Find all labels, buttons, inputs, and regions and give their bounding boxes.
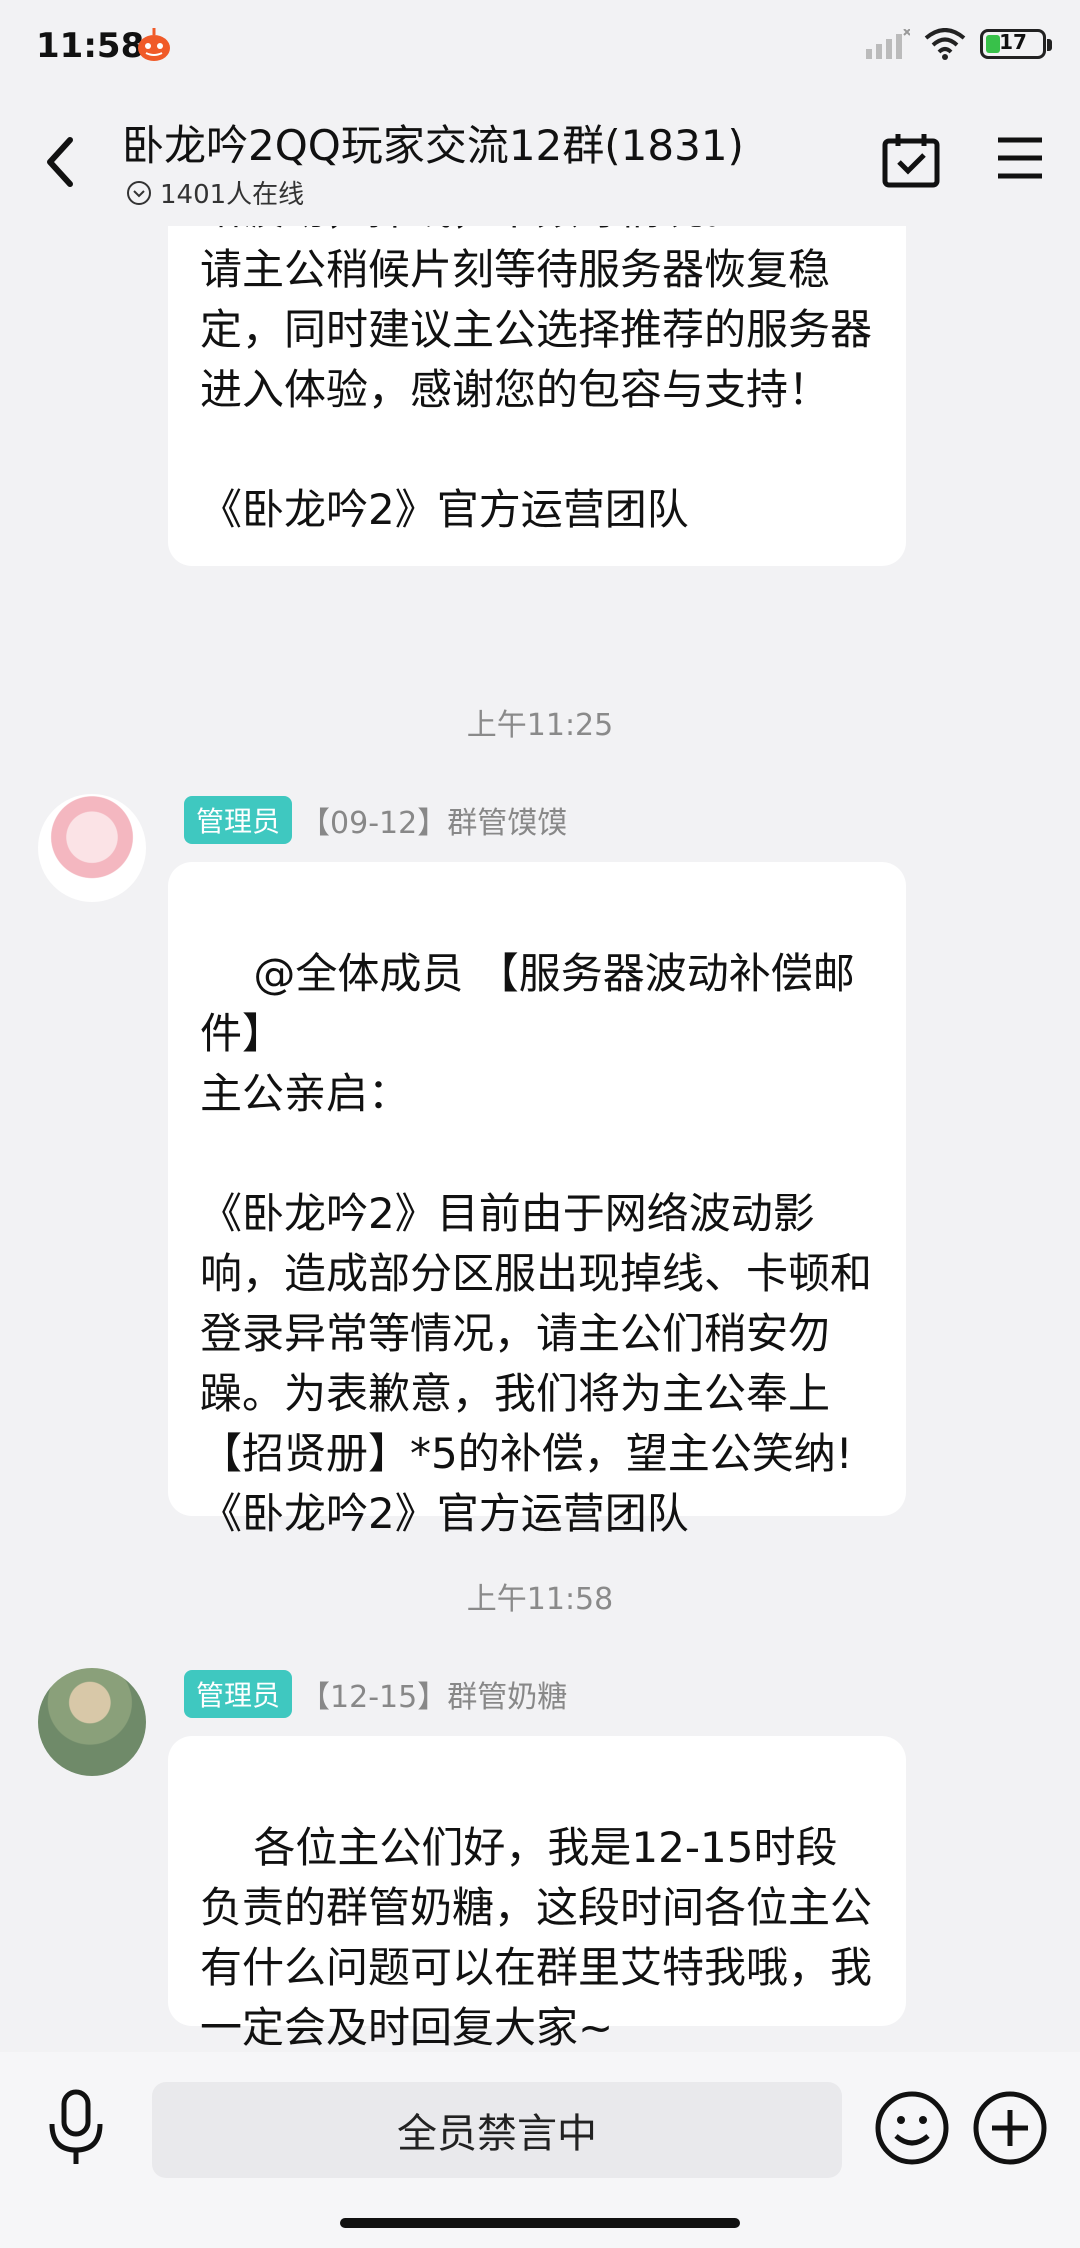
message-timestamp: 上午11:58 bbox=[466, 1582, 614, 1617]
input-bar: 全员禁言中 bbox=[0, 2052, 1080, 2248]
microphone-icon[interactable] bbox=[44, 2088, 108, 2168]
chat-header: 卧龙吟2QQ玩家交流12群(1831) 1401人在线 bbox=[0, 96, 1080, 226]
sender-name[interactable]: 【09-12】群管馍馍 bbox=[300, 798, 567, 842]
avatar[interactable] bbox=[38, 1668, 146, 1776]
home-indicator[interactable] bbox=[340, 2218, 740, 2228]
message-bubble[interactable]: @全体成员 【服务器波动补偿邮件】 主公亲启： 《卧龙吟2》目前由于网络波动影响… bbox=[168, 862, 906, 1538]
notification-app-icon bbox=[138, 28, 170, 61]
message-clip: 络波动，掉线，卡频等情况。 请主公稍候片刻等待服务器恢复稳定，同时建议主公选择推… bbox=[200, 226, 874, 540]
battery-indicator: 17 bbox=[980, 29, 1052, 59]
sender-line: 管理员 【12-15】群管奶糖 bbox=[184, 1670, 567, 1718]
online-count[interactable]: 1401人在线 bbox=[126, 174, 304, 211]
chevron-down-circle-icon bbox=[127, 180, 151, 205]
emoji-icon[interactable] bbox=[874, 2090, 950, 2166]
group-title[interactable]: 卧龙吟2QQ玩家交流12群(1831) bbox=[122, 112, 744, 173]
message-input[interactable]: 全员禁言中 bbox=[152, 2082, 842, 2178]
sender-name[interactable]: 【12-15】群管奶糖 bbox=[300, 1672, 567, 1716]
online-count-label: 1401人在线 bbox=[160, 180, 305, 210]
plus-icon[interactable] bbox=[972, 2090, 1048, 2166]
status-time: 11:58 bbox=[36, 26, 145, 66]
message-text: 各位主公们好，我是12-15时段负责的群管奶糖，这段时间各位主公有什么问题可以在… bbox=[200, 1823, 873, 2052]
chat-messages[interactable]: 络波动，掉线，卡频等情况。 请主公稍候片刻等待服务器恢复稳定，同时建议主公选择推… bbox=[0, 226, 1080, 2052]
battery-level: 17 bbox=[999, 30, 1027, 54]
signal-icon bbox=[866, 29, 910, 59]
wifi-icon bbox=[924, 28, 966, 60]
sender-line: 管理员 【09-12】群管馍馍 bbox=[184, 796, 567, 844]
message-timestamp: 上午11:25 bbox=[466, 708, 614, 743]
message-bubble[interactable]: 各位主公们好，我是12-15时段负责的群管奶糖，这段时间各位主公有什么问题可以在… bbox=[168, 1736, 906, 2052]
back-arrow-icon[interactable] bbox=[40, 132, 80, 192]
message-bubble[interactable]: 络波动，掉线，卡频等情况。 请主公稍候片刻等待服务器恢复稳定，同时建议主公选择推… bbox=[168, 226, 906, 566]
message-text: 络波动，掉线，卡频等情况。 请主公稍候片刻等待服务器恢复稳定，同时建议主公选择推… bbox=[200, 226, 873, 534]
admin-badge: 管理员 bbox=[184, 796, 293, 844]
status-bar: 11:58 17 bbox=[0, 0, 1080, 96]
hamburger-menu-icon[interactable] bbox=[996, 136, 1044, 180]
calendar-check-icon[interactable] bbox=[882, 132, 940, 188]
admin-badge: 管理员 bbox=[184, 1670, 293, 1718]
message-text: @全体成员 【服务器波动补偿邮件】 主公亲启： 《卧龙吟2》目前由于网络波动影响… bbox=[200, 949, 873, 1538]
avatar[interactable] bbox=[38, 794, 146, 902]
